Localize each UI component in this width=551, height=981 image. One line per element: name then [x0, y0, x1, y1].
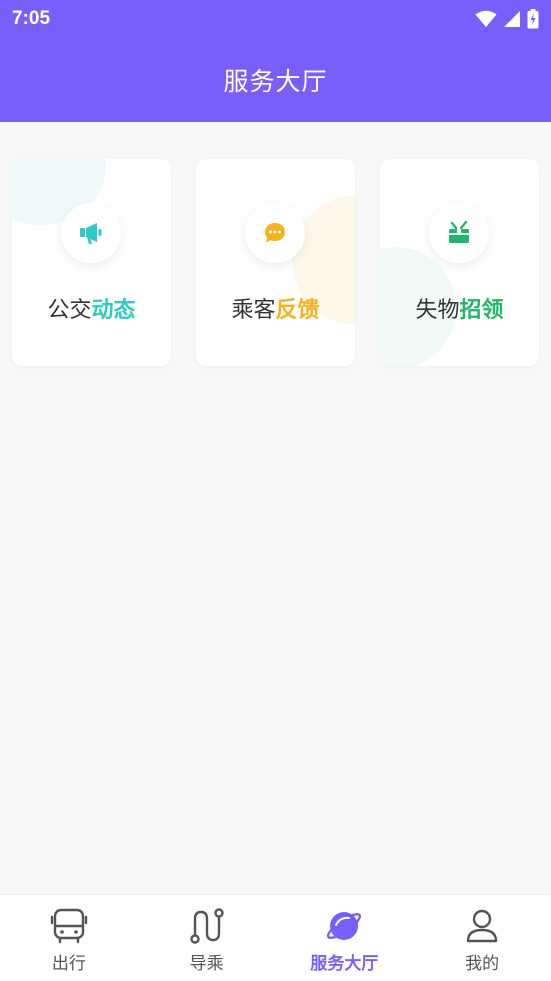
tab-service-hall[interactable]: 服务大厅	[276, 895, 414, 981]
status-time: 7:05	[12, 8, 51, 29]
service-label-accent: 动态	[91, 298, 136, 323]
status-icons	[475, 9, 539, 29]
service-label-accent: 反馈	[275, 298, 320, 323]
tab-guide[interactable]: 导乘	[138, 895, 276, 981]
tab-label: 导乘	[189, 954, 224, 974]
service-icon-badge	[429, 203, 489, 263]
service-label-prefix: 公交	[47, 298, 92, 323]
service-card-bus-news[interactable]: 公交动态	[12, 159, 171, 366]
route-icon	[189, 908, 224, 944]
bottom-tab-bar: 出行 导乘 服务大厅 我的	[0, 894, 551, 981]
chat-bubble-icon	[265, 223, 285, 243]
service-label-accent: 招领	[459, 298, 504, 323]
user-icon	[466, 909, 498, 943]
tab-label: 我的	[465, 954, 500, 974]
service-label-prefix: 乘客	[231, 298, 276, 323]
app-header: 服务大厅	[0, 38, 551, 122]
service-card-passenger-feedback[interactable]: 乘客反馈	[196, 159, 355, 366]
service-label-prefix: 失物	[415, 298, 460, 323]
signal-icon	[504, 11, 520, 27]
tab-trip[interactable]: 出行	[0, 895, 138, 981]
bus-icon	[50, 908, 88, 944]
service-label: 公交动态	[12, 292, 171, 324]
lost-found-box-icon	[449, 220, 469, 243]
planet-icon	[327, 912, 362, 940]
service-card-lost-found[interactable]: 失物招领	[380, 159, 539, 366]
wifi-icon	[475, 10, 497, 27]
tab-mine[interactable]: 我的	[413, 895, 551, 981]
service-cards: 公交动态 乘客反馈 失物招领	[12, 159, 539, 366]
tab-label: 服务大厅	[310, 954, 379, 974]
service-icon-badge	[61, 203, 121, 263]
service-label: 失物招领	[380, 292, 539, 324]
service-label: 乘客反馈	[196, 292, 355, 324]
status-bar: 7:05	[0, 0, 551, 38]
page-title: 服务大厅	[223, 67, 328, 96]
megaphone-icon	[80, 223, 102, 244]
battery-charging-icon	[527, 9, 539, 29]
service-icon-badge	[245, 203, 305, 263]
tab-label: 出行	[51, 954, 86, 974]
